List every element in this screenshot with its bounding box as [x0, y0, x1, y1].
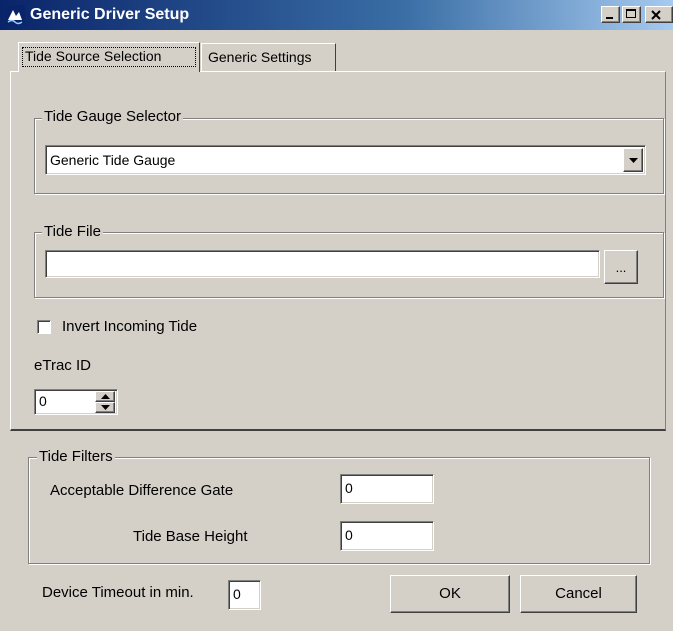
etrac-id-value: 0	[39, 393, 47, 409]
invert-tide-label: Invert Incoming Tide	[62, 318, 198, 335]
title-bar[interactable]: Generic Driver Setup	[0, 0, 673, 30]
minimize-icon	[606, 17, 613, 19]
tide-file-legend: Tide File	[42, 223, 103, 240]
etrac-id-label: eTrac ID	[34, 357, 91, 374]
close-icon	[651, 10, 661, 20]
device-timeout-label: Device Timeout in min.	[42, 584, 194, 601]
chevron-down-icon	[629, 158, 638, 163]
tide-gauge-legend: Tide Gauge Selector	[42, 108, 184, 125]
tab-tide-source-selection[interactable]: Tide Source Selection	[18, 42, 200, 72]
difference-gate-label: Acceptable Difference Gate	[50, 482, 234, 499]
base-height-input[interactable]: 0	[340, 521, 434, 551]
minimize-button[interactable]	[601, 6, 620, 23]
browse-button[interactable]: ...	[604, 250, 638, 284]
invert-tide-checkbox[interactable]	[37, 320, 51, 334]
tab-generic-settings[interactable]: Generic Settings	[201, 43, 336, 71]
etrac-id-spinner[interactable]: 0	[34, 389, 118, 415]
chevron-up-icon	[101, 394, 110, 399]
tab-focus-rect	[22, 47, 196, 67]
tide-gauge-select[interactable]: Generic Tide Gauge	[45, 145, 646, 175]
app-icon	[5, 5, 25, 25]
difference-gate-input[interactable]: 0	[340, 474, 434, 504]
maximize-icon	[626, 9, 636, 18]
window-title: Generic Driver Setup	[30, 6, 190, 23]
tide-filters-group	[28, 457, 650, 564]
spin-up-button[interactable]	[95, 391, 115, 402]
tab-label: Generic Settings	[208, 49, 312, 65]
tide-file-input[interactable]	[45, 250, 600, 278]
tide-gauge-selected-value: Generic Tide Gauge	[50, 152, 176, 168]
chevron-down-icon	[101, 405, 110, 410]
base-height-label: Tide Base Height	[133, 528, 248, 545]
spin-down-button[interactable]	[95, 402, 115, 413]
cancel-button[interactable]: Cancel	[520, 575, 637, 613]
maximize-button[interactable]	[622, 6, 641, 23]
device-timeout-input[interactable]: 0	[228, 580, 261, 610]
tide-filters-legend: Tide Filters	[37, 448, 115, 465]
ok-button[interactable]: OK	[390, 575, 510, 613]
dropdown-button[interactable]	[623, 148, 643, 172]
close-button[interactable]	[645, 6, 673, 23]
